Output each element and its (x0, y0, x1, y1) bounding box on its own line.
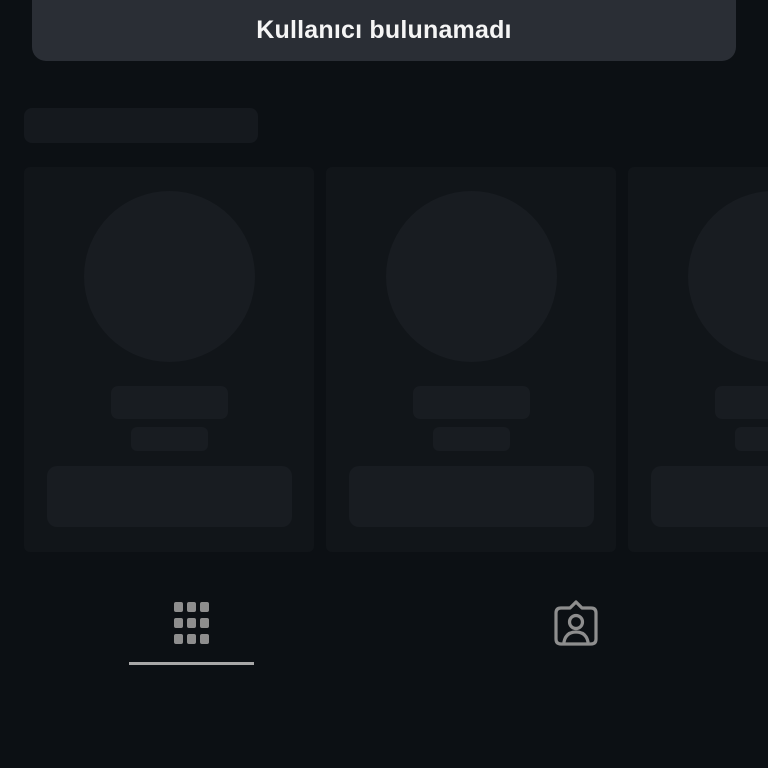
tab-tagged[interactable] (384, 585, 768, 670)
toast-message: Kullanıcı bulunamadı (256, 16, 512, 44)
skeleton-card (24, 167, 314, 552)
skeleton-avatar (688, 191, 768, 362)
skeleton-subtitle (735, 427, 768, 451)
skeleton-avatar (386, 191, 557, 362)
skeleton-card (326, 167, 616, 552)
skeleton-card (628, 167, 768, 552)
tab-posts[interactable] (0, 585, 384, 670)
tagged-person-icon (554, 599, 598, 647)
skeleton-name (715, 386, 768, 419)
skeleton-name (111, 386, 228, 419)
skeleton-button (349, 466, 594, 527)
grid-icon (170, 599, 214, 647)
skeleton-button (47, 466, 292, 527)
skeleton-title (24, 108, 258, 143)
active-tab-indicator (129, 662, 254, 665)
skeleton-subtitle (131, 427, 208, 451)
skeleton-name (413, 386, 530, 419)
skeleton-subtitle (433, 427, 510, 451)
error-toast: Kullanıcı bulunamadı (32, 0, 736, 61)
profile-tabs (0, 585, 768, 670)
profile-screen: Kullanıcı bulunamadı (0, 0, 768, 768)
skeleton-button (651, 466, 768, 527)
skeleton-avatar (84, 191, 255, 362)
skeleton-carousel (24, 167, 768, 552)
